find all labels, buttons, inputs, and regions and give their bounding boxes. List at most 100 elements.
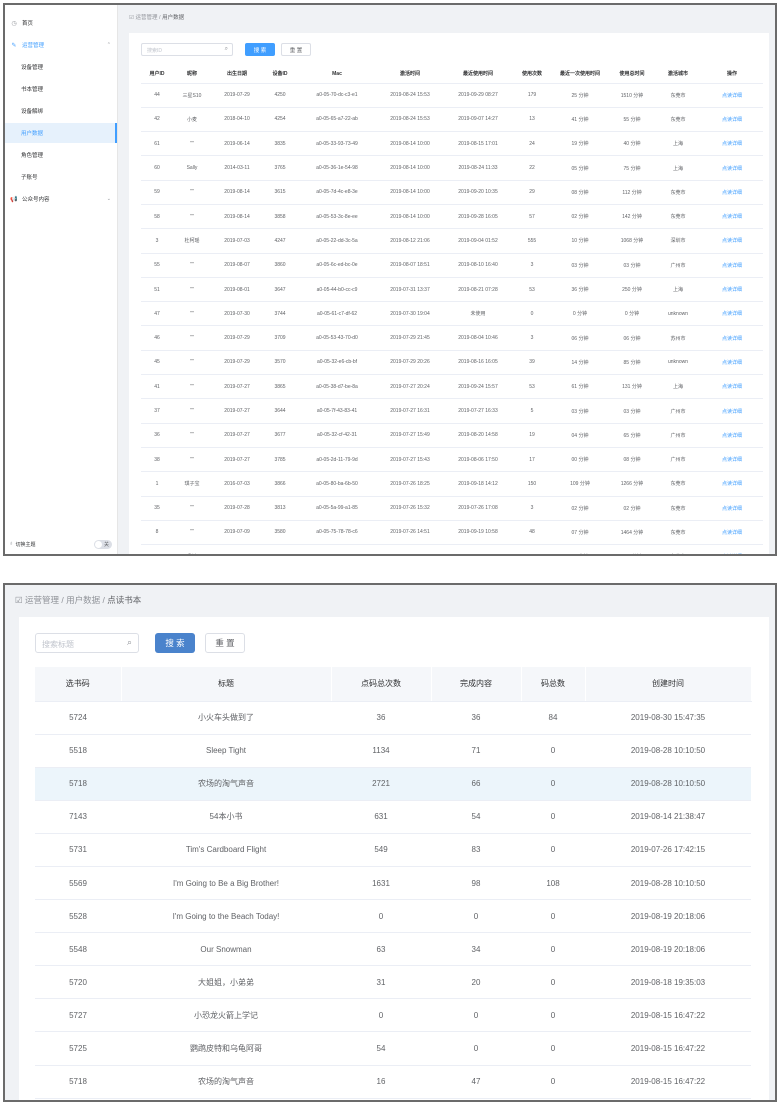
search-input[interactable]: 搜索标题 ⌕ [35,633,139,653]
table-row[interactable]: 5725 鹦鹉皮特和乌龟阿哥 54 0 0 2019-08-15 16:47:22 [35,1031,751,1066]
edit-icon: ☑ [15,595,23,605]
table-cell: 59 [141,180,173,205]
table-row[interactable]: 5569 I'm Going to Be a Big Brother! 1631 98… [35,866,751,901]
table-row[interactable]: 5727 小恐龙火箭上学记 0 0 0 2019-08-15 16:47:22 [35,998,751,1033]
detail-link[interactable]: 点读详细 [701,228,763,254]
detail-link[interactable]: 点读详细 [701,277,763,303]
table-row[interactable]: 55 "" 2019-08-07 3860 a0-05-6c-ed-bc-0e 2019-… [141,253,763,278]
table-row[interactable]: 5718 农场的淘气声音 2721 66 0 2019-08-28 10:10:50 [35,767,751,801]
search-button[interactable]: 搜 索 [155,633,195,653]
theme-toggle[interactable]: 关 [94,539,112,549]
table-cell: 98 [431,866,521,901]
detail-link[interactable]: 点读详细 [701,350,763,376]
detail-link[interactable]: 点读详细 [701,131,763,157]
detail-link[interactable]: 点读详细 [701,83,763,108]
reset-button[interactable]: 重 置 [205,633,245,653]
table-row[interactable]: 58 "" 2019-08-14 3858 a0-05-53-3c-8e-ee 2019-… [141,204,763,230]
detail-link[interactable]: 点读详细 [701,496,763,521]
table-row[interactable]: 41 "" 2019-07-27 3865 a0-05-38-d7-be-8a 2019-… [141,374,763,400]
sidebar-item-official-account[interactable]: 📢 公众号内容 ⌄ [5,189,117,209]
table-row[interactable]: 5720 大姐姐，小弟弟 31 20 0 2019-08-18 19:35:03 [35,965,751,1000]
detail-link[interactable]: 点读详细 [701,180,763,205]
table-cell: 36 [141,423,173,448]
table-row[interactable]: 44 三星S10 2019-07-29 4250 a0-05-70-dc-c3-e1 20… [141,83,763,108]
table-cell: 东莞市 [655,471,701,497]
table-row[interactable]: 38 "" 2019-07-27 3785 a0-05-2d-11-79-9d 2019-… [141,447,763,473]
table-row[interactable]: 1 琪子宝 2016-07-03 3866 a0-05-80-ba-6b-50 2019-… [141,471,763,497]
table-row[interactable]: 5518 Sleep Tight 1134 71 0 2019-08-28 10:10:5… [35,734,751,768]
detail-link[interactable]: 点读详细 [701,423,763,448]
table-row[interactable]: 8 "" 2019-07-09 3580 a0-05-75-78-78-c6 2019-0… [141,520,763,546]
table-row[interactable]: 7143 54本小书 631 54 0 2019-08-14 21:38:47 [35,800,751,834]
table-cell: 2019-07-27 16:33 [443,398,513,424]
sidebar-item-operations[interactable]: ✎ 运营管理 ⌃ [5,35,117,55]
detail-link[interactable]: 点读详细 [701,520,763,546]
breadcrumb-item[interactable]: 运营管理 [135,15,157,21]
sidebar-item-device-unbind[interactable]: 设备解绑 [5,101,117,121]
table-cell: "" [173,398,211,424]
sidebar-item-role-management[interactable]: 角色管理 [5,145,117,165]
table-cell: 0 [513,301,551,327]
table-row[interactable]: 5548 Our Snowman 63 34 0 2019-08-19 20:18:06 [35,932,751,967]
table-row[interactable]: 37 "" 2019-07-27 3644 a0-05-7f-43-83-41 2019-… [141,398,763,424]
table-row[interactable]: 5718 农场的淘气声音 16 47 0 2019-08-15 16:47:22 [35,1065,751,1099]
table-cell: 53 [513,277,551,303]
table-cell: 58 [141,204,173,230]
table-cell: 2019-08-07 18:51 [377,253,443,278]
table-cell: 41 [141,374,173,400]
table-cell: 53 [513,374,551,400]
table-cell: 54本小书 [121,800,331,834]
detail-link[interactable]: 点读详细 [701,325,763,351]
table-cell: 2019-08-20 14:58 [443,423,513,448]
table-row[interactable]: 3 杜柯瑶 2019-07-03 4247 a0-05-22-dd-3c-5a 2019-… [141,228,763,254]
table-row[interactable]: 36 "" 2019-07-27 3677 a0-05-32-cf-42-31 2019-… [141,423,763,448]
detail-link[interactable]: 点读详细 [701,471,763,497]
table-row[interactable]: 46 "" 2019-07-29 3709 a0-05-53-43-70-d0 2019-… [141,325,763,351]
column-header: 激活城市 [655,65,701,84]
table-cell: 84 [521,701,585,735]
sidebar-item-home[interactable]: ◷ 首页 [5,13,117,33]
table-row[interactable]: 30趣读2019-07-243652a0-05-0e-aa-0e-af2019-… [141,544,763,554]
table-row[interactable]: 35 "" 2019-07-28 3813 a0-05-5a-99-a1-85 2019-… [141,496,763,521]
breadcrumb-item[interactable]: 用户数据 [66,595,100,605]
detail-link[interactable]: 点读详细 [701,301,763,327]
table-row[interactable]: 5731 Tim's Cardboard Flight 549 83 0 2019-07-… [35,833,751,867]
table-cell: 19 分钟 [551,131,609,157]
detail-link[interactable]: 点读详细 [701,447,763,473]
detail-link[interactable]: 点读详细 [701,204,763,230]
table-row[interactable]: 5528 I'm Going to the Beach Today! 0 0 0 2019… [35,899,751,934]
table-cell: 3 [513,496,551,521]
table-row[interactable]: 47 "" 2019-07-30 3744 a0-05-61-c7-df-62 2019-… [141,301,763,327]
sidebar-item-sub-accounts[interactable]: 子账号 [5,167,117,187]
reset-button[interactable]: 重 置 [281,43,311,56]
detail-link[interactable]: 点读详细 [701,253,763,278]
table-cell: 48 [513,520,551,546]
table-cell: 03 分钟 [609,253,655,278]
sidebar-item-device-management[interactable]: 设备管理 [5,57,117,77]
sidebar-item-user-data[interactable]: 用户数据 [5,123,117,143]
column-header: 创建时间 [585,667,752,702]
column-header: 完成内容 [431,667,522,702]
table-row[interactable]: 59 "" 2019-08-14 3615 a0-05-7d-4c-e8-3e 2019-… [141,180,763,205]
table-cell: 5548 [35,932,121,967]
search-button[interactable]: 搜 索 [245,43,275,56]
table-cell: "" [173,374,211,400]
table-cell: "" [173,204,211,230]
table-row[interactable]: 51 "" 2019-08-01 3647 a0-05-44-b0-cc-c9 2019-… [141,277,763,303]
table-cell: 2019-07-27 [211,398,263,424]
detail-link[interactable]: 点读详细 [701,374,763,400]
detail-link[interactable]: 点读详细 [701,544,763,554]
detail-link[interactable]: 点读详细 [701,107,763,133]
table-row[interactable]: 60 Sally 2014-03-11 3765 a0-05-36-1e-54-98 20… [141,155,763,181]
search-input[interactable]: 搜索ID ⌕ [141,43,233,56]
detail-link[interactable]: 点读详细 [701,155,763,181]
table-row[interactable]: 5724 小火车头做到了 36 36 84 2019-08-30 15:47:35 [35,701,751,735]
table-row[interactable]: 45 "" 2019-07-29 3570 a0-05-32-e6-cb-bf 2019-… [141,350,763,376]
table-cell: 13 [513,107,551,133]
table-cell: 3 [513,253,551,278]
table-row[interactable]: 61 "" 2019-06-14 3835 a0-05-33-93-73-49 2019-… [141,131,763,157]
sidebar-item-book-management[interactable]: 书本管理 [5,79,117,99]
detail-link[interactable]: 点读详细 [701,398,763,424]
table-row[interactable]: 42 小麦 2018-04-10 4254 a0-05-65-a7-22-ab 2019-… [141,107,763,133]
breadcrumb-item[interactable]: 运营管理 [25,595,59,605]
